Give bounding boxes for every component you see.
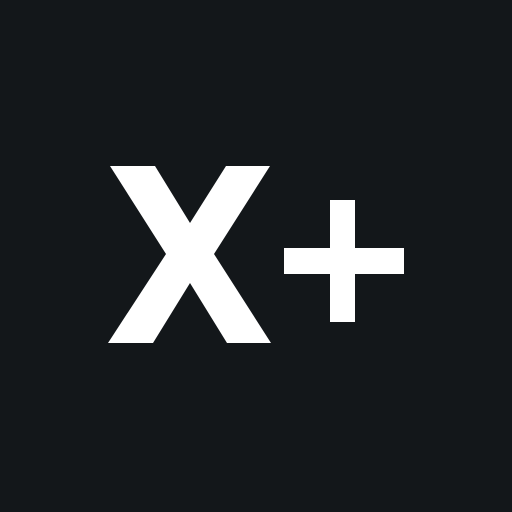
x-plus-logo-icon xyxy=(108,166,404,343)
app-icon xyxy=(0,0,512,512)
x-glyph xyxy=(108,166,271,343)
plus-horizontal-bar xyxy=(284,248,404,274)
